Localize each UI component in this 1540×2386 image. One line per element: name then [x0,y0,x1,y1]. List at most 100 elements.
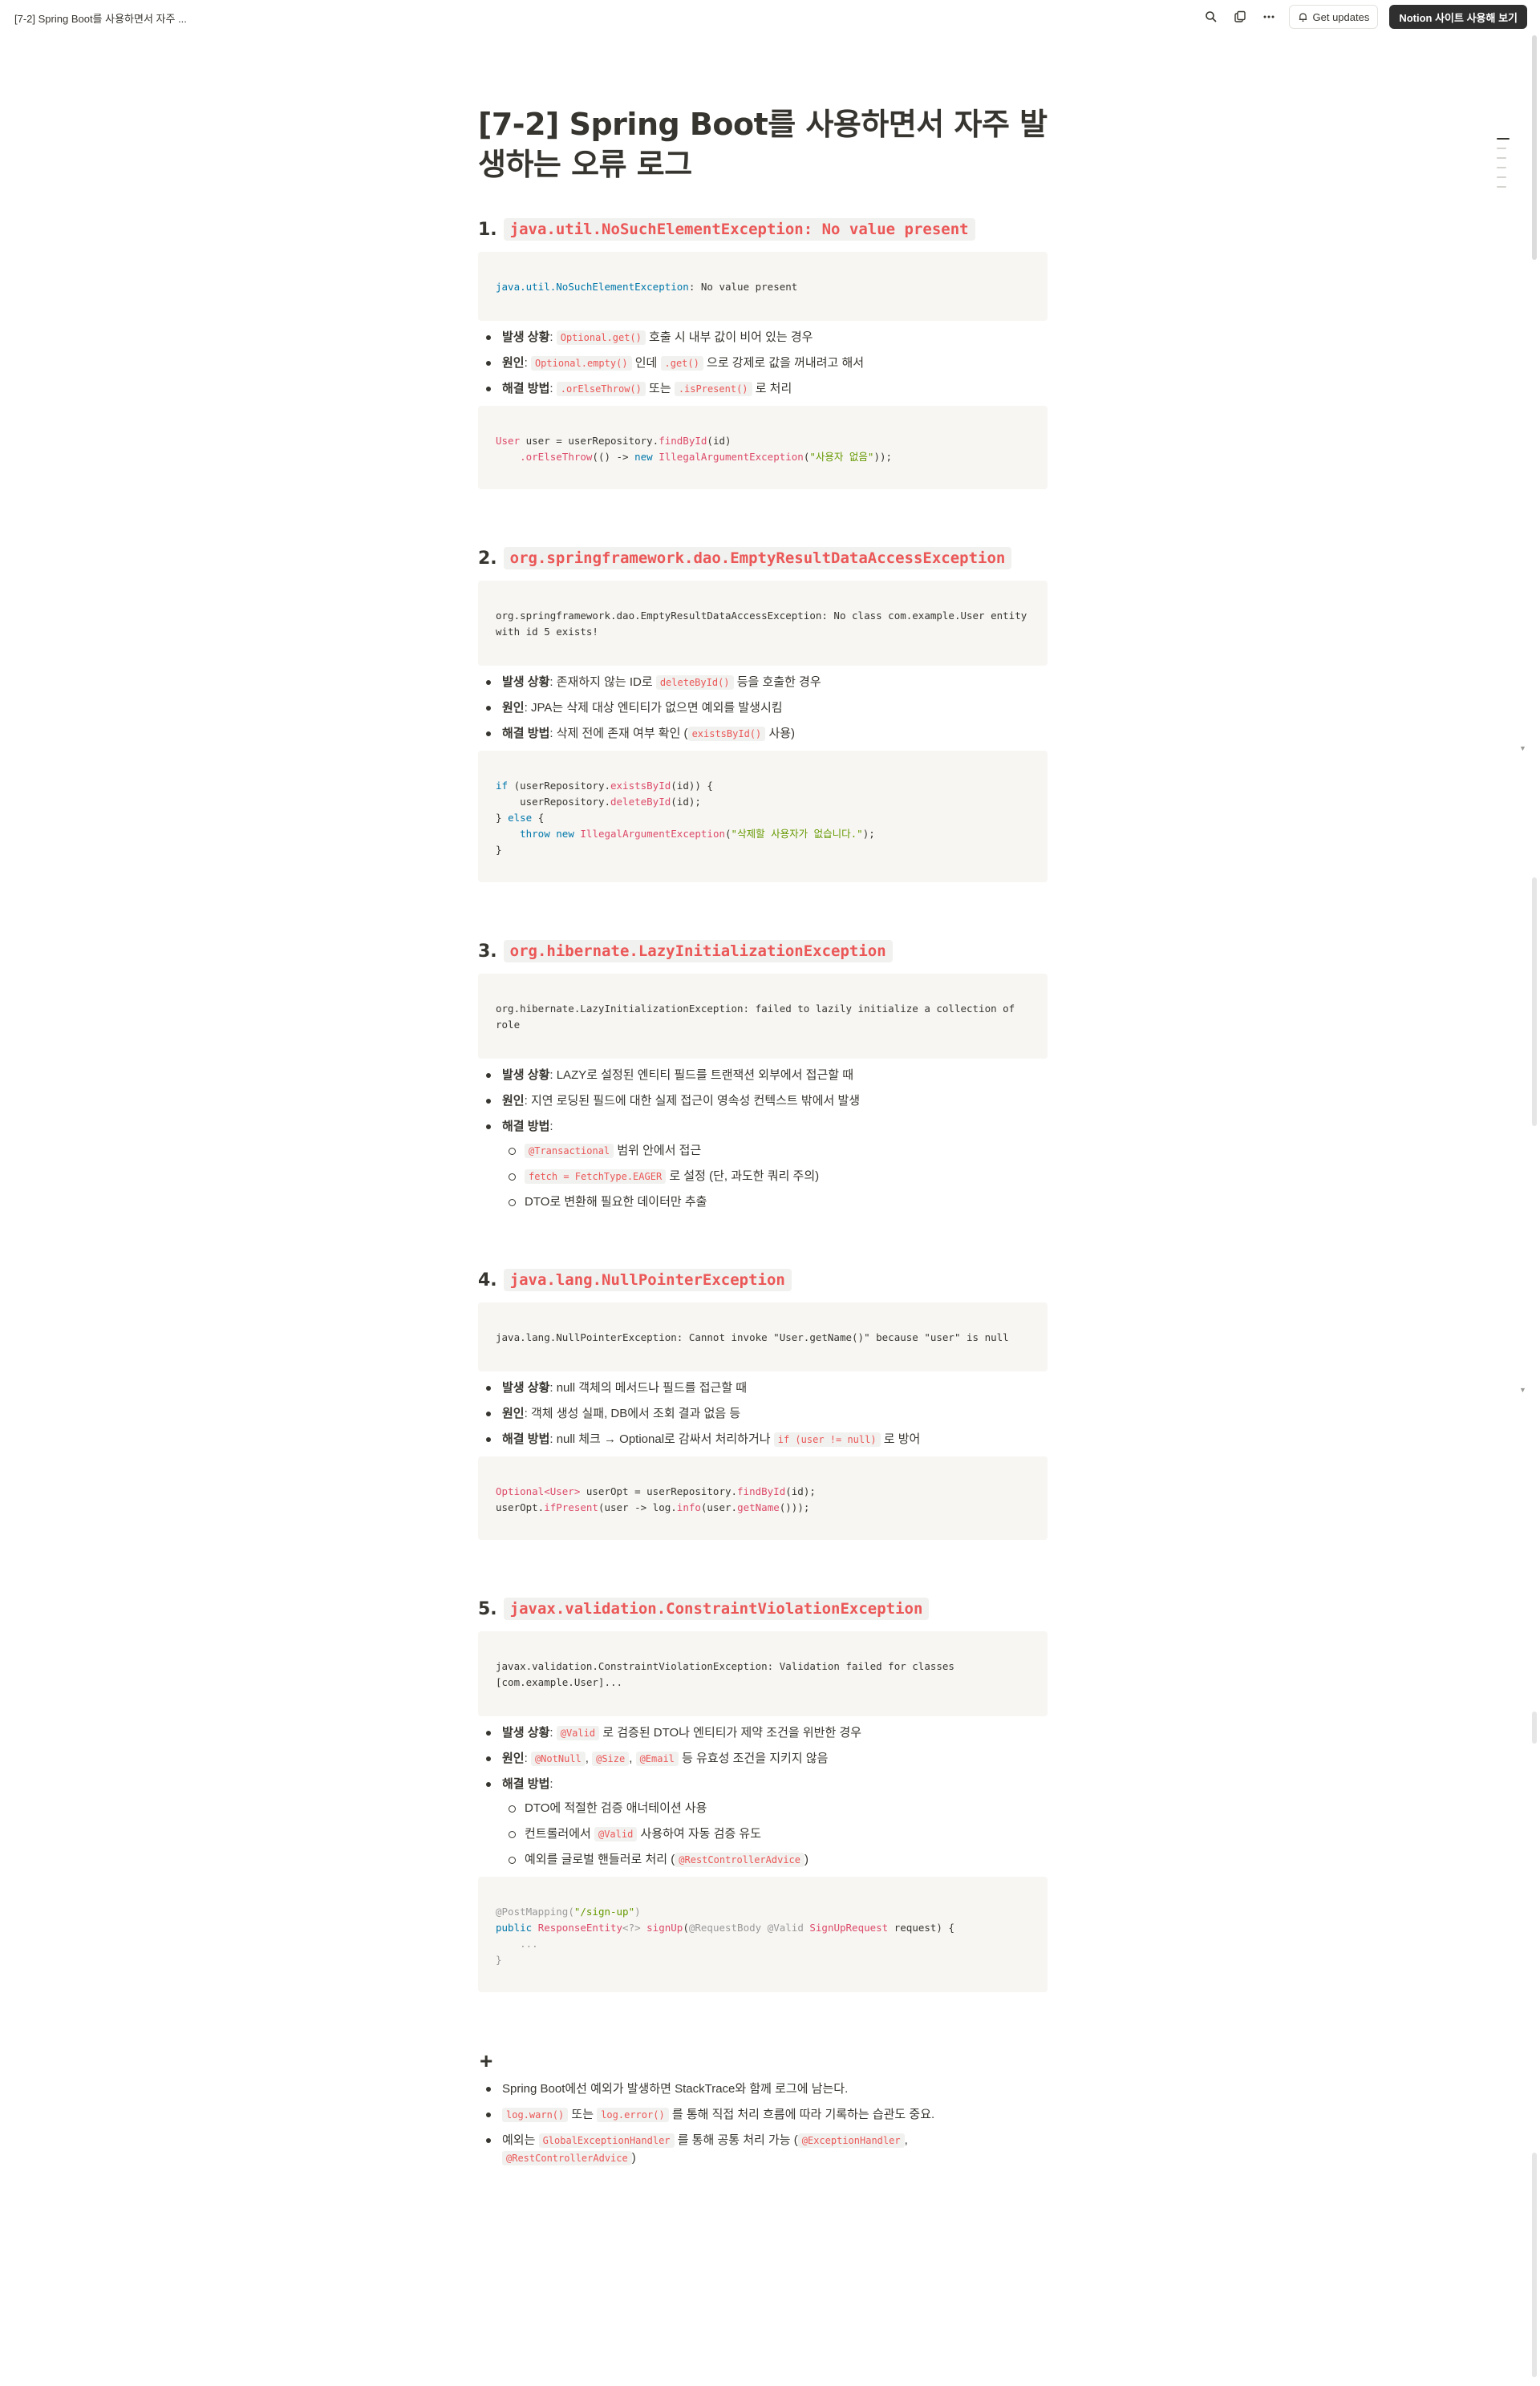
outline-marker[interactable] [1497,167,1506,168]
item-text: null 객체의 메서드나 필드를 접근할 때 [556,1381,748,1395]
heading-number: 4. [478,1270,497,1290]
error-code-block[interactable]: java.util.NoSuchElementException: No val… [478,252,1048,321]
bullet-list: 발생 상황: @Valid 로 검증된 DTO나 엔티티가 제약 조건을 위반한… [478,1724,1048,1869]
code-token: SignUpRequest [809,1922,889,1934]
label: 발생 상황 [502,1068,550,1082]
code-token: else [508,812,533,824]
inline-code: @Transactional [525,1144,614,1158]
section-heading: 5. javax.validation.ConstraintViolationE… [478,1594,1048,1623]
label: 해결 방법 [502,1120,550,1133]
inline-code: log.error() [597,2108,669,2122]
inline-code: existsById() [687,727,766,741]
outline-marker[interactable] [1497,138,1510,140]
code-token: getName [737,1501,780,1513]
list-item: 원인: @NotNull, @Size, @Email 등 유효성 조건을 지키… [478,1750,1048,1768]
plus-heading: + [480,2048,493,2073]
top-bar: [7-2] Spring Boot를 사용하면서 자주 ... Get upda… [0,0,1540,35]
outline-marker[interactable] [1497,148,1506,149]
code-block[interactable]: User user = userRepository.findById(id) … [478,406,1048,489]
code-token: @RequestBody [688,1922,762,1934]
heading-number: 5. [478,1598,497,1619]
search-icon[interactable] [1202,8,1220,26]
error-code-block[interactable]: javax.validation.ConstraintViolationExce… [478,1631,1048,1716]
heading-code: java.util.NoSuchElementException: No val… [503,218,975,241]
label: 원인 [502,1094,525,1108]
code-token: } [496,1954,502,1966]
item-text: 컨트롤러에서 [525,1827,591,1841]
code-token: "사용자 없음" [809,451,874,463]
code-token: request) { [888,1922,955,1934]
try-notion-button[interactable]: Notion 사이트 사용해 보기 [1389,5,1527,29]
code-token: throw [520,828,550,840]
code-token: ResponseEntity [537,1922,623,1934]
heading-code: org.springframework.dao.EmptyResultDataA… [503,547,1012,569]
sub-list-item: 예외를 글로벌 핸들러로 처리 (@RestControllerAdvice) [502,1851,1048,1869]
error-code-block[interactable]: org.springframework.dao.EmptyResultDataA… [478,581,1048,666]
item-text: null 체크 → Optional로 감싸서 처리하거나 [556,1432,771,1446]
item-text: 또는 [571,2108,594,2121]
code-token: userOpt = userRepository. [580,1485,738,1497]
get-updates-label: Get updates [1312,10,1370,23]
list-item: 발생 상황: null 객체의 메서드나 필드를 접근할 때 [478,1379,1048,1397]
inline-code: @Valid [556,1726,600,1740]
page-outline[interactable] [1497,138,1511,196]
section-heading: 3. org.hibernate.LazyInitializationExcep… [478,937,1048,966]
code-block[interactable]: if (userRepository.existsById(id)) { use… [478,751,1048,882]
code-block[interactable]: Optional<User> userOpt = userRepository.… [478,1456,1048,1540]
error-code-block[interactable]: org.hibernate.LazyInitializationExceptio… [478,974,1048,1059]
item-text: 삭제 전에 존재 여부 확인 ( [556,727,688,740]
outline-marker[interactable] [1497,157,1506,159]
section-1: 1. java.util.NoSuchElementException: No … [478,215,1048,489]
inline-code: fetch = FetchType.EAGER [525,1169,667,1184]
label: 발생 상황 [502,1726,550,1740]
label: 원인 [502,701,525,715]
scrollbar[interactable] [1532,35,1537,2377]
code-token: User [496,435,521,447]
summary-section: + Spring Boot에선 예외가 발생하면 StackTrace와 함께 … [478,2047,1048,2167]
label: 해결 방법 [502,1777,550,1791]
error-code-block[interactable]: java.lang.NullPointerException: Cannot i… [478,1302,1048,1371]
list-item: log.warn() 또는 log.error() 를 통해 직접 처리 흐름에… [478,2106,1048,2124]
code-token: (id)) { [671,780,713,792]
code-token: ifPresent [544,1501,598,1513]
item-text: 범위 안에서 접근 [617,1144,702,1157]
inline-code: log.warn() [502,2108,569,2122]
inline-code: @Size [592,1752,630,1766]
bullet-list: 발생 상황: null 객체의 메서드나 필드를 접근할 때 원인: 객체 생성… [478,1379,1048,1448]
label: 원인 [502,356,525,370]
duplicate-icon[interactable] [1231,8,1249,26]
sub-list-item: 컨트롤러에서 @Valid 사용하여 자동 검증 유도 [502,1825,1048,1843]
code-token: findById [737,1485,786,1497]
list-item: 발생 상황: @Valid 로 검증된 DTO나 엔티티가 제약 조건을 위반한… [478,1724,1048,1742]
item-text: 으로 강제로 값을 꺼내려고 해서 [707,356,865,370]
inline-code: @Email [635,1752,679,1766]
item-text: 로 설정 (단, 과도한 쿼리 주의) [669,1169,820,1183]
sub-list-item: DTO로 변환해 필요한 데이터만 추출 [502,1193,1048,1211]
inline-code: @ExceptionHandler [797,2133,905,2148]
bell-icon [1299,12,1307,22]
code-token: Optional<User> [496,1485,581,1497]
inline-code: Optional.empty() [530,356,632,371]
more-icon[interactable] [1260,8,1278,26]
list-item: 발생 상황: LAZY로 설정된 엔티티 필드를 트랜잭션 외부에서 접근할 때 [478,1067,1048,1084]
get-updates-button[interactable]: Get updates [1288,5,1379,29]
sub-list-item: fetch = FetchType.EAGER 로 설정 (단, 과도한 쿼리 … [502,1168,1048,1185]
page-content: [7-2] Spring Boot를 사용하면서 자주 발생하는 오류 로그 1… [478,104,1048,2175]
outline-marker[interactable] [1497,176,1506,178]
code-token: info [676,1501,701,1513]
list-item: 원인: JPA는 삭제 대상 엔티티가 없으면 예외를 발생시킴 [478,699,1048,717]
item-text: 등 유효성 조건을 지키지 않음 [682,1752,829,1765]
code-token: : No value present [688,281,798,293]
item-text: 예외는 [502,2133,536,2147]
scrollbar-thumb[interactable] [1532,35,1537,260]
list-item: 해결 방법: .orElseThrow() 또는 .isPresent() 로 … [478,380,1048,398]
breadcrumb[interactable]: [7-2] Spring Boot를 사용하면서 자주 ... [14,10,187,26]
code-token: @PostMapping [496,1906,569,1918]
inline-code: .get() [660,356,703,371]
label: 해결 방법 [502,382,550,395]
outline-marker[interactable] [1497,186,1506,188]
code-token: (userRepository. [508,780,610,792]
bullet-list: 발생 상황: LAZY로 설정된 엔티티 필드를 트랜잭션 외부에서 접근할 때… [478,1067,1048,1211]
code-block[interactable]: @PostMapping("/sign-up") public Response… [478,1877,1048,1992]
code-token: user = userRepository. [520,435,659,447]
